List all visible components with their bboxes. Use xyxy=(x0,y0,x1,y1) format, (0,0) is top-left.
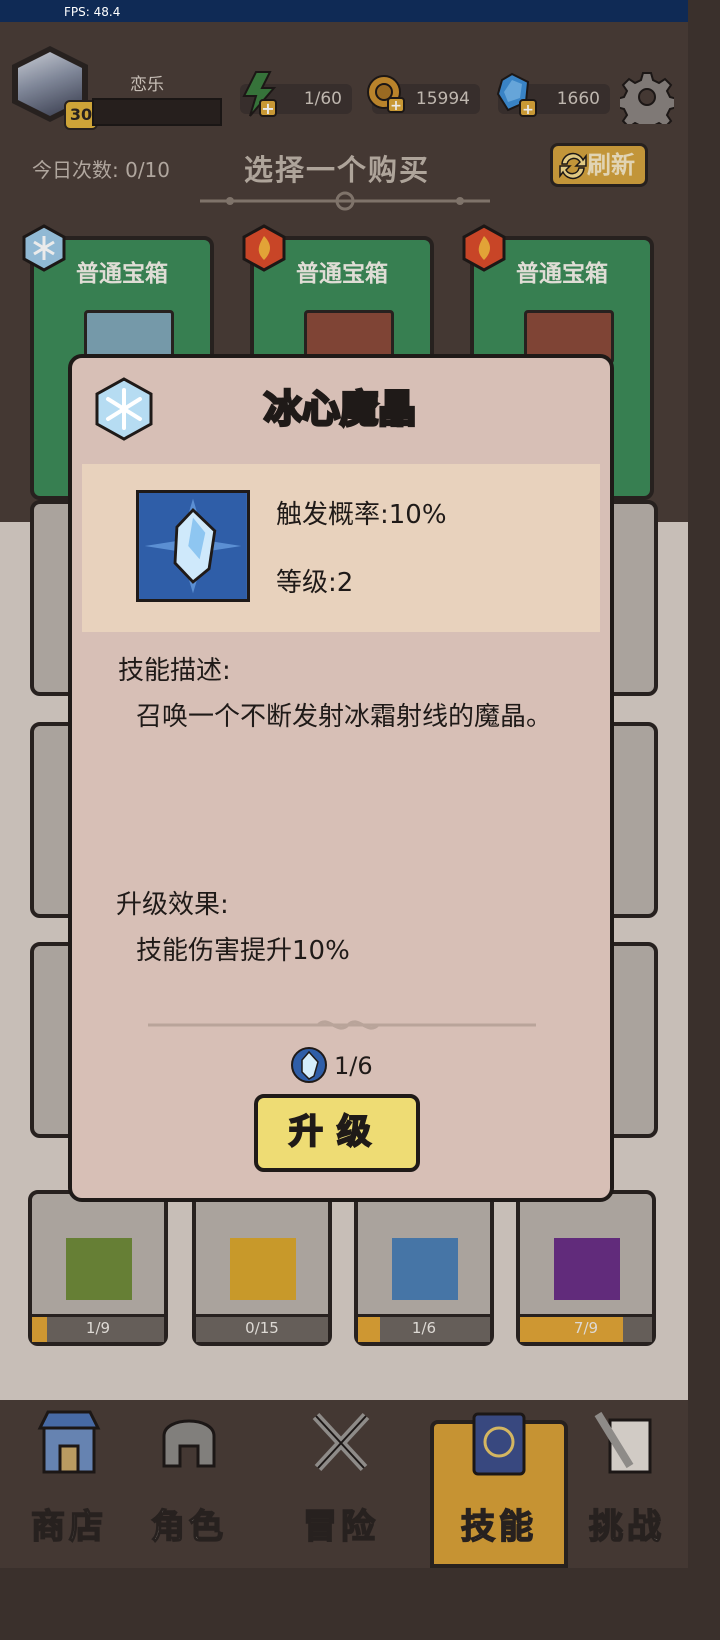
skill-level: 等级:2 xyxy=(276,568,354,598)
snowflake-icon xyxy=(95,377,153,441)
modal-title: 冰心魔晶 xyxy=(262,386,417,433)
description-label: 技能描述: xyxy=(118,656,231,686)
ornament-divider xyxy=(148,1020,536,1030)
trigger-rate: 触发概率:10% xyxy=(276,500,447,530)
upgrade-effect-label: 升级效果: xyxy=(116,890,229,920)
fps-counter: FPS: 48.4 xyxy=(64,5,121,19)
ice-shard-icon xyxy=(291,1047,327,1083)
shard-count: 1/6 xyxy=(334,1052,373,1080)
upgrade-button[interactable]: 升级 xyxy=(254,1094,420,1172)
upgrade-effect-text: 技能伤害提升10% xyxy=(136,936,350,966)
ice-crystal-icon xyxy=(136,490,250,602)
description-text: 召唤一个不断发射冰霜射线的魔晶。 xyxy=(136,702,553,732)
